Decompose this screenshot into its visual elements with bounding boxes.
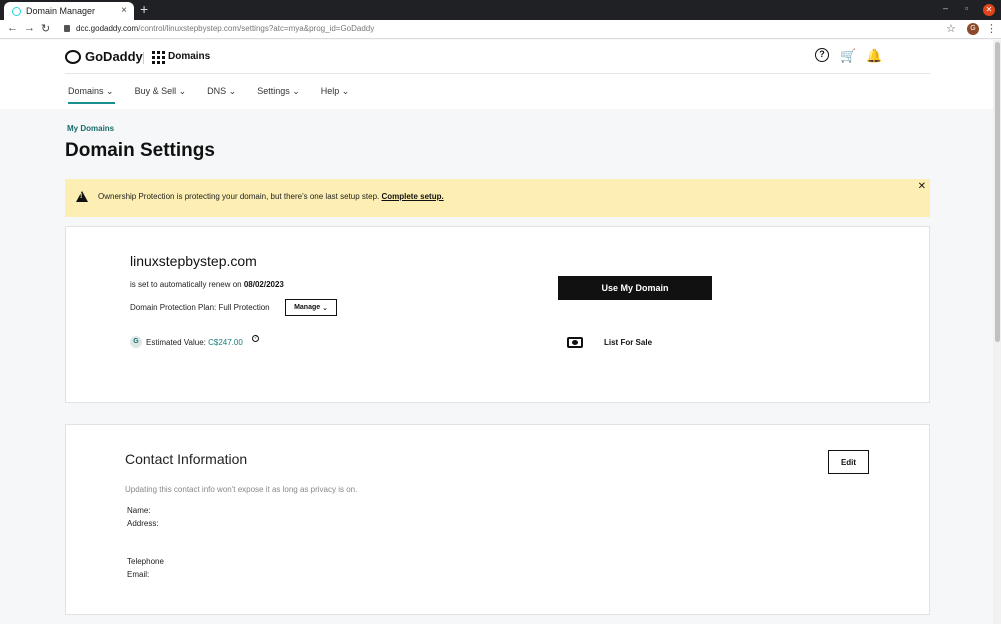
alert-message: Ownership Protection is protecting your … (98, 192, 444, 201)
address-label: Address: (127, 519, 159, 528)
telephone-label: Telephone (127, 557, 164, 566)
protection-plan: Domain Protection Plan: Full Protection (130, 303, 270, 312)
apps-grid-icon[interactable] (152, 51, 165, 64)
nav-dns[interactable]: DNS ⌄ (207, 86, 236, 97)
name-label: Name: (127, 506, 151, 515)
reload-icon[interactable]: ↻ (41, 22, 50, 35)
nav-label: Domains (68, 86, 104, 96)
complete-setup-link[interactable]: Complete setup. (381, 192, 443, 201)
contact-title: Contact Information (125, 451, 248, 467)
url-path: /control/linuxstepbystep.com/settings?at… (138, 24, 375, 33)
warning-icon (76, 191, 88, 202)
scrollbar-thumb[interactable] (995, 42, 1000, 342)
domain-card: linuxstepbystep.com is set to automatica… (65, 226, 930, 403)
nav-label: DNS (207, 86, 227, 96)
nav-label: Buy & Sell (134, 86, 177, 96)
estimated-label: Estimated Value: (146, 338, 206, 347)
logo-text: GoDaddy (85, 49, 143, 64)
renew-info: is set to automatically renew on 08/02/2… (130, 280, 284, 289)
bookmark-star-icon[interactable]: ☆ (946, 22, 956, 35)
nav-help[interactable]: Help ⌄ (321, 86, 350, 97)
estimated-amount[interactable]: C$247.00 (208, 338, 243, 347)
restore-icon[interactable]: ▫ (965, 3, 968, 13)
main-nav: Domains ⌄ Buy & Sell ⌄ DNS ⌄ Settings ⌄ … (68, 86, 370, 104)
window-close-icon[interactable]: ✕ (983, 4, 995, 16)
question-icon[interactable]: ? (252, 335, 259, 342)
email-label: Email: (127, 570, 150, 579)
list-for-sale-icon (567, 337, 583, 348)
url-field[interactable]: dcc.godaddy.com/control/linuxstepbystep.… (76, 24, 374, 33)
browser-menu-icon[interactable]: ⋮ (986, 22, 997, 35)
breadcrumb[interactable]: My Domains (67, 124, 114, 133)
lock-icon (64, 25, 70, 32)
alert-text: Ownership Protection is protecting your … (98, 192, 380, 201)
nav-settings[interactable]: Settings ⌄ (257, 86, 300, 97)
alert-close-icon[interactable]: ✕ (918, 181, 926, 192)
renew-text: is set to automatically renew on (130, 280, 242, 289)
profile-avatar[interactable]: G (967, 23, 979, 35)
godaddy-logo-icon (65, 49, 81, 64)
new-tab-button[interactable]: + (140, 1, 148, 17)
estimated-value: Estimated Value: C$247.00 (146, 338, 243, 347)
product-name[interactable]: Domains (168, 51, 210, 62)
cart-icon[interactable]: 🛒 (840, 48, 856, 64)
help-icon[interactable]: ? (815, 48, 829, 62)
tab-title: Domain Manager (26, 6, 96, 16)
domain-name: linuxstepbystep.com (130, 253, 257, 269)
minimize-icon[interactable]: – (943, 3, 948, 13)
ownership-alert: Ownership Protection is protecting your … (65, 179, 930, 217)
nav-domains[interactable]: Domains ⌄ (68, 86, 115, 104)
use-my-domain-button[interactable]: Use My Domain (558, 276, 712, 300)
url-host: dcc.godaddy.com (76, 24, 139, 33)
header-separator (65, 73, 930, 74)
forward-icon[interactable]: → (24, 22, 35, 34)
address-bar: ← → ↻ dcc.godaddy.com/control/linuxstepb… (0, 20, 1001, 39)
browser-tab[interactable]: Domain Manager × (4, 2, 134, 20)
nav-buy-sell[interactable]: Buy & Sell ⌄ (135, 86, 187, 97)
renew-date: 08/02/2023 (243, 280, 284, 289)
estimate-badge: G (130, 336, 142, 348)
bell-icon[interactable]: 🔔 (866, 48, 882, 64)
manage-label: Manage (294, 304, 321, 311)
back-icon[interactable]: ← (7, 22, 18, 34)
manage-button[interactable]: Manage ⌄ (285, 299, 337, 316)
page-title: Domain Settings (65, 140, 215, 161)
godaddy-logo[interactable]: GoDaddy (65, 49, 143, 64)
browser-titlebar: Domain Manager × + – ▫ ✕ (0, 0, 1001, 20)
nav-label: Help (320, 86, 340, 96)
site-header: GoDaddy Domains ? 🛒 🔔 Domains ⌄ Buy & Se… (0, 40, 993, 109)
nav-label: Settings (257, 86, 290, 96)
list-for-sale-link[interactable]: List For Sale (604, 338, 652, 347)
contact-subtitle: Updating this contact info won't expose … (125, 485, 358, 494)
edit-button[interactable]: Edit (828, 450, 869, 474)
godaddy-favicon-icon (12, 6, 21, 16)
contact-card: Contact Information Updating this contac… (65, 424, 930, 615)
header-divider (143, 52, 144, 64)
tab-close-icon[interactable]: × (121, 5, 127, 16)
